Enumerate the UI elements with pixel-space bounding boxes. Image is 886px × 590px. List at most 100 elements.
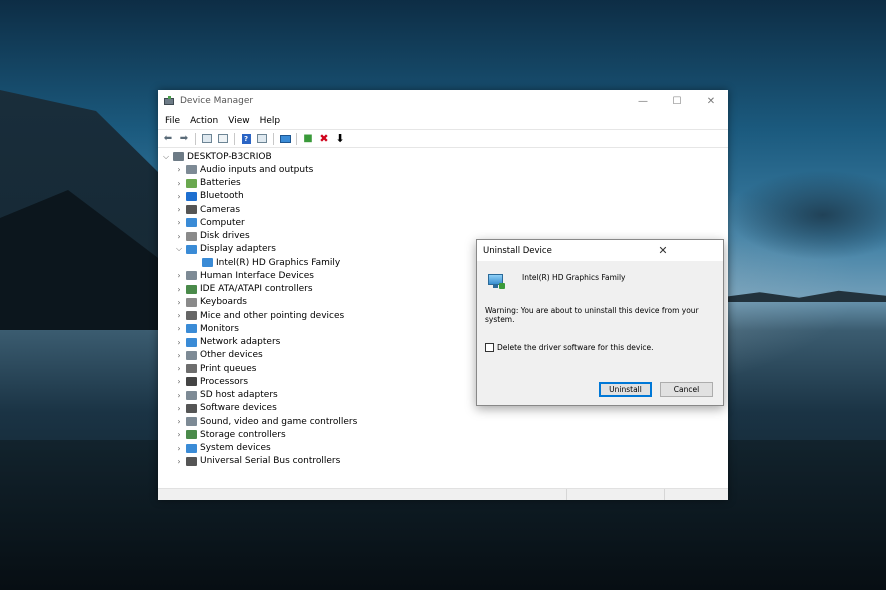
background-horizon bbox=[728, 290, 886, 302]
tree-item-storage-controllers[interactable]: › Storage controllers bbox=[158, 428, 728, 441]
tree-item-universal-serial-bus-controllers[interactable]: › Universal Serial Bus controllers bbox=[158, 455, 728, 468]
computer-icon bbox=[186, 218, 197, 228]
bluetooth-icon bbox=[186, 191, 197, 201]
view-icon[interactable] bbox=[255, 132, 269, 145]
display-adapter-icon bbox=[186, 244, 197, 254]
tree-item-label: Software devices bbox=[200, 403, 277, 414]
disk-icon bbox=[186, 231, 197, 241]
tree-item-label: Other devices bbox=[200, 350, 263, 361]
menu-bar: File Action View Help bbox=[158, 112, 728, 129]
delete-driver-checkbox-label[interactable]: Delete the driver software for this devi… bbox=[497, 343, 654, 352]
chevron-right-icon[interactable]: › bbox=[174, 404, 184, 413]
tree-item-label: Print queues bbox=[200, 363, 257, 374]
chevron-right-icon[interactable]: › bbox=[174, 417, 184, 426]
menu-help[interactable]: Help bbox=[255, 116, 286, 126]
software-device-icon bbox=[186, 403, 197, 413]
chevron-right-icon[interactable]: › bbox=[174, 430, 184, 439]
cancel-button[interactable]: Cancel bbox=[660, 382, 713, 397]
tree-item-cameras[interactable]: › Cameras bbox=[158, 203, 728, 216]
dialog-title-bar[interactable]: Uninstall Device ✕ bbox=[477, 240, 723, 261]
chevron-right-icon[interactable]: › bbox=[174, 311, 184, 320]
tree-item-label: Keyboards bbox=[200, 297, 247, 308]
tree-item-computer[interactable]: › Computer bbox=[158, 216, 728, 229]
chevron-right-icon[interactable]: › bbox=[174, 351, 184, 360]
tree-item-label: Monitors bbox=[200, 323, 239, 334]
tree-item-label: Mice and other pointing devices bbox=[200, 310, 345, 321]
background-cloud bbox=[728, 170, 886, 260]
tree-item-label: Audio inputs and outputs bbox=[200, 164, 314, 175]
chevron-right-icon[interactable]: › bbox=[174, 271, 184, 280]
menu-view[interactable]: View bbox=[223, 116, 254, 126]
tree-root[interactable]: ⌵ DESKTOP-B3CRIOB bbox=[158, 150, 728, 163]
chevron-right-icon[interactable]: › bbox=[174, 364, 184, 373]
network-icon bbox=[186, 337, 197, 347]
tree-item-bluetooth[interactable]: › Bluetooth bbox=[158, 190, 728, 203]
tree-item-label: Sound, video and game controllers bbox=[200, 416, 358, 427]
menu-file[interactable]: File bbox=[160, 116, 185, 126]
properties-icon[interactable] bbox=[216, 132, 230, 145]
forward-arrow-icon[interactable]: ➡ bbox=[177, 132, 191, 145]
mouse-icon bbox=[186, 311, 197, 321]
dialog-warning-text: Warning: You are about to uninstall this… bbox=[485, 306, 699, 324]
tree-child-label: Intel(R) HD Graphics Family bbox=[216, 257, 341, 268]
chevron-right-icon[interactable]: › bbox=[174, 218, 184, 227]
minimize-button[interactable]: — bbox=[626, 96, 660, 107]
speaker-icon bbox=[186, 165, 197, 175]
driver-badge-icon bbox=[499, 283, 505, 289]
tree-item-audio-inputs-and-outputs[interactable]: › Audio inputs and outputs bbox=[158, 163, 728, 176]
close-button[interactable]: ✕ bbox=[694, 96, 728, 107]
chevron-right-icon[interactable]: › bbox=[174, 444, 184, 453]
system-device-icon bbox=[186, 443, 197, 453]
monitor-icon bbox=[202, 258, 213, 268]
tree-item-batteries[interactable]: › Batteries bbox=[158, 177, 728, 190]
chevron-right-icon[interactable]: › bbox=[174, 298, 184, 307]
uninstall-button[interactable]: Uninstall bbox=[599, 382, 652, 397]
chevron-right-icon[interactable]: › bbox=[174, 232, 184, 241]
chevron-right-icon[interactable]: › bbox=[174, 205, 184, 214]
show-hide-console-tree-icon[interactable] bbox=[200, 132, 214, 145]
tree-item-label: Universal Serial Bus controllers bbox=[200, 456, 341, 467]
tree-item-label: IDE ATA/ATAPI controllers bbox=[200, 284, 313, 295]
menu-action[interactable]: Action bbox=[185, 116, 223, 126]
tree-item-system-devices[interactable]: › System devices bbox=[158, 442, 728, 455]
maximize-button[interactable]: ☐ bbox=[660, 96, 694, 107]
tree-item-label: Computer bbox=[200, 217, 245, 228]
tree-item-label: System devices bbox=[200, 443, 271, 454]
chevron-right-icon[interactable]: › bbox=[174, 285, 184, 294]
ide-icon bbox=[186, 284, 197, 294]
status-divider bbox=[664, 489, 665, 500]
tree-item-label: Network adapters bbox=[200, 337, 281, 348]
chevron-right-icon[interactable]: › bbox=[174, 338, 184, 347]
update-driver-icon[interactable]: ⬇ bbox=[333, 132, 347, 145]
dialog-title: Uninstall Device bbox=[483, 245, 552, 256]
toolbar-separator bbox=[273, 132, 274, 145]
back-arrow-icon[interactable]: ⬅ bbox=[161, 132, 175, 145]
monitor-stand-icon bbox=[493, 285, 498, 288]
storage-icon bbox=[186, 430, 197, 440]
tree-item-sound-video-and-game-controllers[interactable]: › Sound, video and game controllers bbox=[158, 415, 728, 428]
processor-icon bbox=[186, 377, 197, 387]
chevron-right-icon[interactable]: › bbox=[174, 391, 184, 400]
scan-hardware-icon[interactable] bbox=[278, 132, 292, 145]
status-divider bbox=[566, 489, 567, 500]
dialog-close-button[interactable]: ✕ bbox=[603, 244, 723, 257]
chevron-right-icon[interactable]: › bbox=[174, 377, 184, 386]
add-driver-icon[interactable]: ■ bbox=[301, 132, 315, 145]
chevron-right-icon[interactable]: › bbox=[174, 457, 184, 466]
monitor-icon bbox=[186, 324, 197, 334]
help-icon[interactable]: ? bbox=[239, 132, 253, 145]
delete-driver-checkbox[interactable] bbox=[485, 343, 494, 352]
computer-icon bbox=[173, 152, 184, 162]
chevron-down-icon[interactable]: ⌵ bbox=[174, 244, 184, 254]
uninstall-device-icon[interactable]: ✖ bbox=[317, 132, 331, 145]
window-title: Device Manager bbox=[180, 96, 254, 106]
chevron-right-icon[interactable]: › bbox=[174, 165, 184, 174]
chevron-right-icon[interactable]: › bbox=[174, 324, 184, 333]
other-devices-icon bbox=[186, 350, 197, 360]
delete-driver-checkbox-row[interactable]: Delete the driver software for this devi… bbox=[485, 343, 654, 352]
chevron-right-icon[interactable]: › bbox=[174, 179, 184, 188]
chevron-right-icon[interactable]: › bbox=[174, 192, 184, 201]
usb-icon bbox=[186, 456, 197, 466]
chevron-down-icon[interactable]: ⌵ bbox=[161, 152, 171, 162]
title-bar[interactable]: Device Manager — ☐ ✕ bbox=[158, 90, 728, 112]
